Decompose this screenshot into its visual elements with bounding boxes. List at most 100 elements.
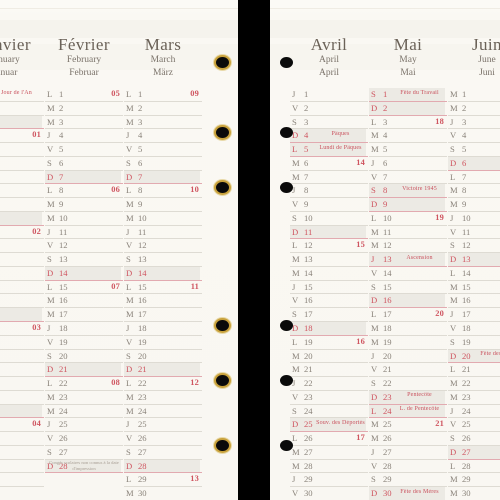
day-row[interactable]	[0, 391, 44, 405]
day-row[interactable]	[0, 157, 44, 171]
day-row[interactable]	[0, 350, 44, 364]
day-row[interactable]: S 22	[369, 377, 447, 391]
day-row[interactable]: M 12	[369, 239, 447, 254]
day-row[interactable]: M 19	[369, 336, 447, 350]
day-row[interactable]: J 18	[124, 322, 202, 336]
day-row[interactable]: V 19	[124, 336, 202, 350]
day-row[interactable]: D 23 Pentecôte	[369, 390, 447, 405]
day-row[interactable]: M 6 14	[290, 157, 368, 171]
day-row[interactable]: S 27	[124, 446, 202, 460]
day-row[interactable]: M 15	[448, 281, 500, 295]
day-row[interactable]	[0, 267, 44, 281]
day-row[interactable]: M3	[124, 116, 202, 130]
day-row[interactable]: V2	[290, 102, 368, 116]
day-row[interactable]	[0, 115, 44, 130]
day-row[interactable]: L 29 13	[124, 473, 202, 488]
day-row[interactable]: M 22	[448, 377, 500, 391]
day-row[interactable]: M5	[369, 143, 447, 157]
day-row[interactable]	[0, 460, 44, 474]
day-row[interactable]: D 30 Fête des Mères	[369, 487, 447, 500]
day-row[interactable]: D7	[124, 170, 202, 185]
day-row[interactable]: J 27	[369, 446, 447, 460]
day-row[interactable]	[0, 211, 44, 226]
day-row[interactable]	[0, 143, 44, 157]
day-row[interactable]: M 18	[369, 322, 447, 336]
day-row[interactable]	[0, 198, 44, 212]
day-row[interactable]: L 3 18	[369, 116, 447, 130]
day-row[interactable]: L 28	[448, 460, 500, 474]
day-row[interactable]: S 29	[369, 473, 447, 488]
day-row[interactable]: M8	[448, 184, 500, 199]
day-row[interactable]: V7	[369, 171, 447, 185]
day-row[interactable]: S 12	[448, 239, 500, 254]
day-row[interactable]: M9	[448, 198, 500, 212]
day-row[interactable]: M1	[448, 88, 500, 102]
day-row[interactable]: S 17	[290, 308, 368, 323]
day-row[interactable]: M 28	[290, 460, 368, 474]
day-row[interactable]: M9	[45, 198, 123, 212]
day-row[interactable]: L 17 20	[369, 308, 447, 323]
day-row[interactable]: J6	[369, 157, 447, 171]
day-row[interactable]: 03	[0, 322, 44, 336]
day-row[interactable]	[0, 446, 44, 460]
day-row[interactable]: M 23	[448, 391, 500, 405]
day-row[interactable]: V 30	[290, 487, 368, 500]
day-row[interactable]: V 14	[369, 267, 447, 281]
day-row[interactable]: J 11	[45, 226, 123, 240]
day-row[interactable]: L 8 10	[124, 184, 202, 199]
day-row[interactable]: V 25	[448, 418, 500, 433]
day-row[interactable]	[0, 281, 44, 295]
day-row[interactable]	[0, 404, 44, 419]
day-row[interactable]: M 17	[124, 308, 202, 323]
day-row[interactable]: V 18	[448, 322, 500, 336]
day-row[interactable]: D 16	[369, 294, 447, 309]
day-row[interactable]	[0, 363, 44, 378]
day-row[interactable]: L 26 17	[290, 432, 368, 446]
day-row[interactable]: V 28	[369, 460, 447, 474]
day-row[interactable]: S 13	[124, 253, 202, 267]
day-row[interactable]: S 15	[369, 281, 447, 295]
day-row[interactable]: M 10	[45, 212, 123, 226]
day-row[interactable]: V5	[124, 143, 202, 157]
day-row[interactable]	[0, 253, 44, 267]
day-row[interactable]: S 10	[290, 212, 368, 226]
day-row[interactable]: D 14	[124, 266, 202, 281]
day-row[interactable]: J 11	[124, 226, 202, 240]
day-row[interactable]: L 14	[448, 267, 500, 281]
day-row[interactable]: M 10	[124, 212, 202, 226]
day-row[interactable]: 01	[0, 129, 44, 144]
day-row[interactable]: J 13 Ascension	[369, 253, 447, 267]
day-row[interactable]: S 20	[124, 350, 202, 364]
day-row[interactable]: M 16	[124, 294, 202, 309]
day-row[interactable]: M 29	[448, 473, 500, 488]
day-row[interactable]: M 30	[124, 487, 202, 500]
day-row[interactable]: L 21	[448, 363, 500, 378]
day-row[interactable]: M 21	[290, 363, 368, 378]
day-row[interactable]: J 25	[45, 418, 123, 433]
day-row[interactable]: L 5 Lundi de Pâques	[290, 143, 368, 157]
day-row[interactable]: M7	[290, 171, 368, 185]
day-row[interactable]	[0, 336, 44, 350]
day-row[interactable]: L 24 L. de Pentecôte	[369, 404, 447, 419]
day-row[interactable]: S 24	[290, 405, 368, 419]
day-row[interactable]: M 11	[369, 226, 447, 240]
day-row[interactable]: J 24	[448, 405, 500, 419]
day-row[interactable]: D 28	[124, 459, 202, 474]
day-row[interactable]: J 10	[448, 212, 500, 226]
day-row[interactable]: J4	[124, 129, 202, 144]
day-row[interactable]: L 22 08	[45, 377, 123, 391]
day-row[interactable]	[0, 432, 44, 446]
day-row[interactable]: D 27	[448, 445, 500, 460]
day-row[interactable]: J 20	[369, 350, 447, 364]
day-row[interactable]: M 16	[45, 294, 123, 309]
day-row[interactable]	[0, 184, 44, 199]
day-row[interactable]	[0, 473, 44, 488]
day-row[interactable]: L 1 09	[124, 88, 202, 102]
day-row[interactable]	[0, 171, 44, 185]
day-row[interactable]: S 27	[45, 446, 123, 460]
day-row[interactable]: V 23	[290, 391, 368, 405]
day-row[interactable]: D 25 Souv. des Déportés	[290, 418, 368, 433]
day-row[interactable]: M 24	[124, 405, 202, 419]
day-row[interactable]: J 18	[45, 322, 123, 336]
day-row[interactable]: S3	[290, 116, 368, 130]
